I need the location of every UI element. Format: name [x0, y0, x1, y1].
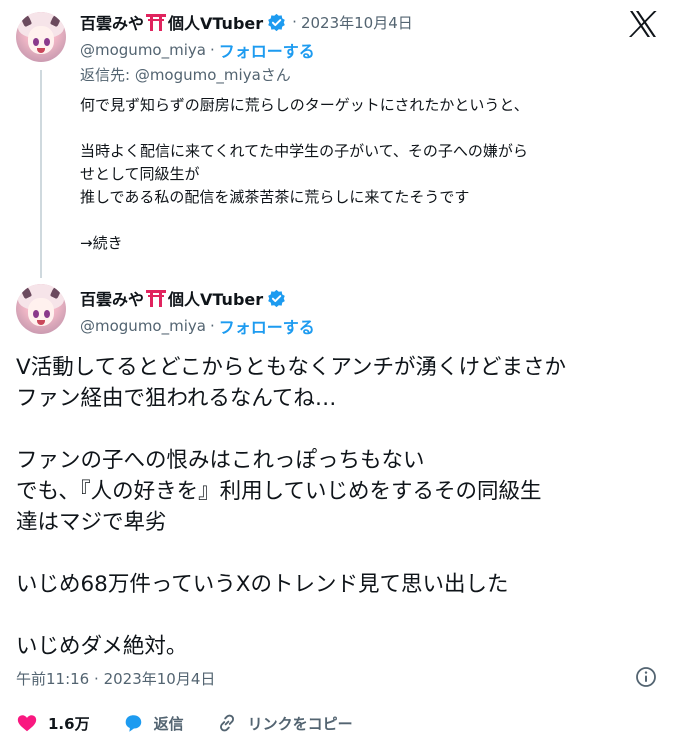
- author-display-name-suffix[interactable]: 個人VTuber: [168, 10, 263, 34]
- heart-icon: [17, 715, 37, 732]
- main-author-row: 百雲みや 個人VTuber: [80, 286, 286, 310]
- main-handle-row: @mogumo_miya · フォローする: [80, 314, 315, 338]
- tweet-text-line: [16, 600, 666, 631]
- dot-separator: ·: [292, 13, 297, 31]
- tweet-text-line: 何で見ず知らずの厨房に荒らしのターゲットにされたかというと、: [80, 96, 529, 114]
- follow-button[interactable]: フォローする: [219, 314, 315, 338]
- tweet-text-line: いじめダメ絶対。: [16, 634, 188, 659]
- reply-button[interactable]: 返信: [122, 712, 184, 734]
- reply-to-label: 返信先: @mogumo_miyaさん: [80, 66, 291, 84]
- tweet-text-line: ファンの子への恨みはこれっぽっちもない: [16, 448, 425, 473]
- author-handle[interactable]: @mogumo_miya: [80, 317, 206, 335]
- tweet-text-line: ファン経由で狙われるなんてね…: [16, 386, 337, 411]
- tweet-date[interactable]: 2023年10月4日: [301, 12, 413, 33]
- tweet-text-line: でも、『人の好きを』利用していじめをするその同級生: [16, 479, 542, 504]
- tweet-text-line: せとして同級生が: [80, 165, 200, 183]
- tweet-timestamp[interactable]: 午前11:16 · 2023年10月4日: [16, 668, 215, 689]
- like-button[interactable]: 1.6万: [16, 712, 90, 734]
- copy-link-label: リンクをコピー: [247, 714, 353, 733]
- reply-handle-row: @mogumo_miya · フォローする: [80, 38, 315, 62]
- tweet-text-line: いじめ68万件っていうXのトレンド見て思い出した: [16, 572, 509, 597]
- tweet-text-line: 当時よく配信に来てくれてた中学生の子がいて、その子への嫌がら: [80, 142, 528, 160]
- tweet-text-line: [16, 414, 666, 445]
- link-icon: [219, 714, 234, 732]
- author-display-name-suffix[interactable]: 個人VTuber: [168, 286, 263, 310]
- copy-link-button[interactable]: リンクをコピー: [216, 712, 353, 734]
- x-logo-icon[interactable]: [628, 10, 658, 38]
- reply-label: 返信: [153, 714, 184, 733]
- tweet-text-line: 達はマジで卑劣: [16, 510, 167, 535]
- action-bar: 1.6万 返信 リンクをコピー: [16, 712, 385, 734]
- verified-badge-icon: [268, 289, 285, 307]
- author-display-name[interactable]: 百雲みや: [80, 10, 144, 34]
- verified-badge-icon: [268, 13, 285, 31]
- reply-bubble-icon: [125, 715, 141, 732]
- torii-gate-icon: [146, 14, 167, 31]
- author-display-name[interactable]: 百雲みや: [80, 286, 144, 310]
- tweet-text-line: V活動してるとどこからともなくアンチが湧くけどまさか: [16, 355, 567, 380]
- avatar[interactable]: [16, 284, 66, 334]
- tweet-text-line: [16, 538, 666, 569]
- reply-tweet-text: 何で見ず知らずの厨房に荒らしのターゲットにされたかというと、 当時よく配信に来て…: [80, 94, 650, 255]
- tweet-text-line: [80, 117, 650, 140]
- author-handle[interactable]: @mogumo_miya: [80, 41, 206, 59]
- dot-separator: ·: [209, 41, 215, 59]
- thread-line: [40, 70, 42, 278]
- tweet-time: 午前11:16: [16, 670, 90, 688]
- like-count: 1.6万: [48, 714, 90, 733]
- tweet-text-line: 推しである私の配信を滅茶苦茶に荒らしに来てたそうです: [80, 188, 470, 206]
- info-icon[interactable]: [635, 666, 657, 688]
- dot-separator: ·: [209, 317, 215, 335]
- torii-gate-icon: [146, 290, 167, 307]
- tweet-text-line: →続き: [80, 234, 123, 252]
- tweet-date: 2023年10月4日: [103, 670, 216, 688]
- avatar[interactable]: [16, 12, 66, 62]
- dot-separator: ·: [94, 670, 104, 688]
- reply-author-row: 百雲みや 個人VTuber · 2023年10月4日: [80, 10, 413, 34]
- main-tweet-text: V活動してるとどこからともなくアンチが湧くけどまさか ファン経由で狙われるなんて…: [16, 352, 666, 662]
- tweet-text-line: [80, 209, 650, 232]
- follow-button[interactable]: フォローする: [219, 38, 315, 62]
